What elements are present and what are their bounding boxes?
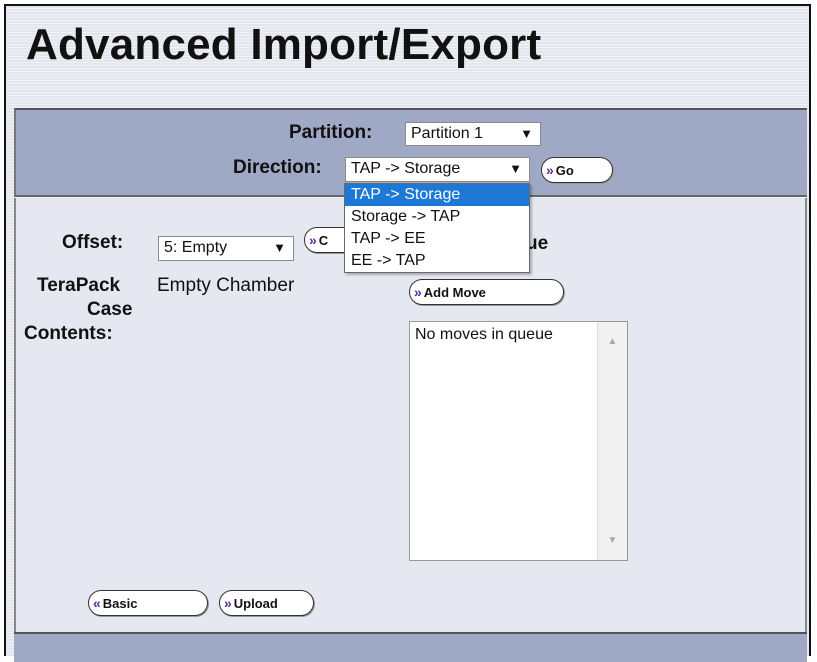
upload-button[interactable]: » Upload: [219, 590, 314, 616]
chevron-down-icon: ▼: [509, 161, 522, 176]
offset-label: Offset:: [62, 232, 124, 253]
forward-icon: »: [224, 595, 232, 611]
add-move-button-label: Add Move: [423, 284, 486, 300]
direction-label: Direction:: [233, 157, 322, 178]
add-move-button[interactable]: » Add Move: [409, 279, 564, 305]
go-button[interactable]: » Go: [541, 157, 613, 183]
move-queue-list[interactable]: No moves in queue ▲ ▼: [409, 321, 628, 561]
scroll-down-icon[interactable]: ▼: [598, 535, 627, 546]
direction-option[interactable]: TAP -> EE: [345, 228, 529, 250]
forward-icon: »: [414, 284, 422, 300]
direction-select[interactable]: TAP -> Storage ▼: [345, 157, 530, 182]
go-button-label: Go: [555, 162, 574, 178]
direction-select-value: TAP -> Storage: [351, 160, 461, 177]
direction-option[interactable]: Storage -> TAP: [345, 206, 529, 228]
move-queue-text: No moves in queue: [415, 326, 553, 343]
chevron-down-icon: ▼: [520, 126, 533, 141]
contents-label-line3: Contents:: [24, 323, 113, 344]
contents-label-line1: TeraPack: [37, 275, 121, 296]
partition-select-value: Partition 1: [411, 125, 484, 142]
contents-label-line2: Case: [87, 299, 133, 320]
basic-button[interactable]: « Basic: [88, 590, 208, 616]
forward-icon: »: [546, 162, 554, 178]
basic-button-label: Basic: [102, 595, 138, 611]
contents-value: Empty Chamber: [157, 275, 295, 296]
queue-scrollbar[interactable]: ▲ ▼: [597, 322, 627, 560]
direction-option[interactable]: EE -> TAP: [345, 250, 529, 272]
partition-label: Partition:: [289, 122, 373, 143]
partition-select[interactable]: Partition 1 ▼: [405, 122, 541, 146]
scroll-up-icon[interactable]: ▲: [598, 336, 627, 347]
direction-dropdown-list[interactable]: TAP -> Storage Storage -> TAP TAP -> EE …: [344, 183, 530, 273]
offset-select[interactable]: 5: Empty ▼: [158, 236, 294, 261]
direction-option[interactable]: TAP -> Storage: [345, 184, 529, 206]
upload-button-label: Upload: [233, 595, 278, 611]
chevron-down-icon: ▼: [273, 240, 286, 255]
offset-action-button-label: C: [318, 232, 329, 248]
forward-icon: »: [309, 232, 317, 248]
back-icon: «: [93, 595, 101, 611]
page-title: Advanced Import/Export: [26, 20, 542, 69]
offset-select-value: 5: Empty: [164, 239, 228, 256]
footer-panel: [14, 632, 807, 662]
